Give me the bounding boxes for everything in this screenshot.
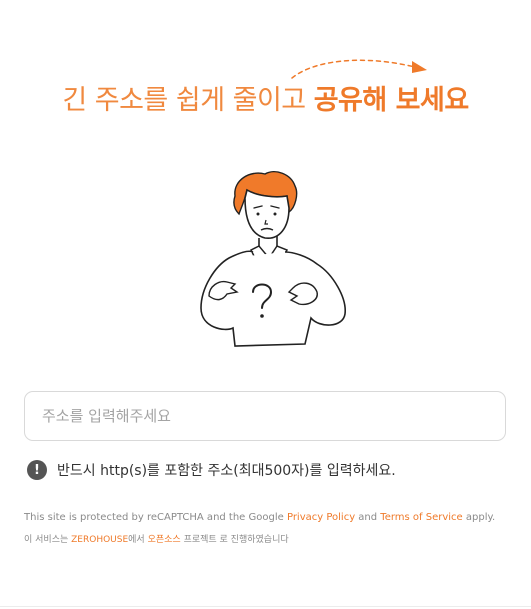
terms-of-service-link[interactable]: Terms of Service <box>380 512 462 523</box>
credits-suffix: 프로젝트 로 진행하였습니다 <box>180 535 289 545</box>
footer-divider <box>0 606 531 607</box>
credits-notice: 이 서비스는 ZEROHOUSE에서 오픈소스 프로젝트 로 진행하였습니다 <box>24 532 289 545</box>
page-title: 긴 주소를 쉽게 줄이고 공유해 보세요 <box>0 78 531 117</box>
recaptcha-prefix: This site is protected by reCAPTCHA and … <box>24 512 287 523</box>
recaptcha-suffix: apply. <box>462 512 496 523</box>
credits-prefix: 이 서비스는 <box>24 535 72 545</box>
recaptcha-notice: This site is protected by reCAPTCHA and … <box>24 512 495 523</box>
zerohouse-link[interactable]: ZEROHOUSE <box>71 535 128 545</box>
title-emphasis: 공유해 보세요 <box>313 85 469 116</box>
exclamation-icon: ! <box>27 460 47 480</box>
hero-header: 긴 주소를 쉽게 줄이고 공유해 보세요 <box>0 48 531 128</box>
notice-text: 반드시 http(s)를 포함한 주소(최대500자)를 입력하세요. <box>57 463 396 479</box>
credits-mid: 에서 <box>128 535 148 545</box>
opensource-link[interactable]: 오픈소스 <box>148 535 181 545</box>
privacy-policy-link[interactable]: Privacy Policy <box>287 512 355 523</box>
confused-person-illustration <box>200 170 346 347</box>
url-input[interactable] <box>24 391 506 441</box>
title-normal: 긴 주소를 쉽게 줄이고 <box>62 85 314 116</box>
recaptcha-and: and <box>355 512 381 523</box>
input-notice: ! 반드시 http(s)를 포함한 주소(최대500자)를 입력하세요. <box>27 459 396 481</box>
